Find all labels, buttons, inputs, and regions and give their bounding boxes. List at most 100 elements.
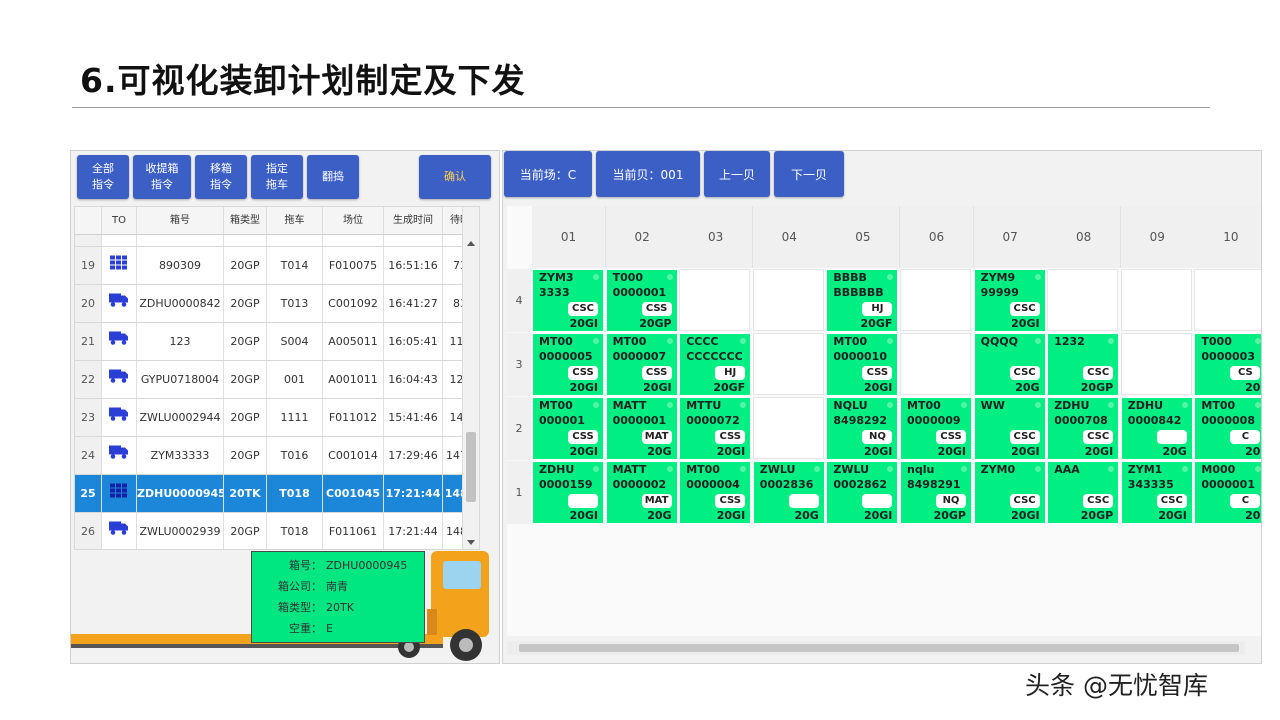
container-slot[interactable]: ZDHU 0000842 20G — [1120, 397, 1193, 460]
bay-scroll-thumb[interactable] — [519, 644, 1239, 652]
container-slot[interactable]: WW CSC 20GI — [973, 397, 1046, 460]
table-row[interactable]: 26 ZWLU0002939 20GP T018 F011061 17:21:44 1483 — [75, 513, 479, 549]
container-id-number: 0000001 — [612, 414, 667, 427]
container-id-prefix: AAA — [1054, 463, 1080, 476]
container-slot[interactable]: 1232 CSC 20GP — [1047, 333, 1120, 396]
container-slot[interactable]: ZYM3 3333 CSC 20GI — [532, 269, 604, 332]
scroll-down-icon[interactable] — [467, 540, 475, 545]
bay-horizontal-scrollbar[interactable] — [507, 641, 1245, 655]
container-company-tag: NQ — [936, 494, 966, 508]
container-id-prefix: nqlu — [907, 463, 935, 476]
container-id-prefix: MT00 — [612, 335, 647, 348]
container-slot[interactable]: BBBB BBBBBB HJ 20GF — [826, 269, 899, 332]
status-dot-icon — [1108, 466, 1115, 472]
status-dot-icon — [1034, 274, 1041, 280]
container-company-tag: CSS — [936, 430, 966, 444]
col-truck[interactable]: 拖车 — [267, 207, 323, 234]
container-slot[interactable]: MATT 0000001 MAT 20G — [605, 397, 678, 460]
container-slot[interactable]: ZWLU 0002836 20G — [752, 461, 825, 524]
row-to — [102, 437, 137, 474]
empty-slot[interactable] — [900, 333, 971, 395]
table-row[interactable]: 19 890309 20GP T014 F010075 16:51:16 73 — [75, 247, 479, 285]
table-row[interactable]: 20 ZDHU0000842 20GP T013 C001092 16:41:27 83 — [75, 285, 479, 323]
container-type: 20 — [1245, 509, 1261, 522]
gate-instructions-button[interactable]: 收提箱 指令 — [133, 155, 191, 199]
empty-slot[interactable] — [752, 333, 824, 395]
container-slot[interactable]: MTTU 0000072 CSS 20GI — [679, 397, 752, 460]
row-to — [102, 399, 137, 436]
empty-slot[interactable] — [752, 269, 824, 331]
empty-slot[interactable] — [752, 397, 824, 459]
container-type: 20G — [1015, 381, 1040, 394]
container-slot[interactable]: MATT 0000002 MAT 20G — [605, 461, 678, 524]
col-box-number[interactable]: 箱号 — [137, 207, 224, 234]
container-slot[interactable]: QQQQ CSC 20G — [973, 333, 1046, 396]
row-truck: T013 — [267, 285, 323, 322]
container-type: 20GI — [1158, 509, 1187, 522]
status-dot-icon — [1034, 402, 1041, 408]
col-box-type[interactable]: 箱类型 — [224, 207, 267, 234]
empty-slot[interactable] — [1120, 333, 1192, 395]
container-slot[interactable]: AAA CSC 20GP — [1047, 461, 1120, 524]
table-row[interactable]: 21 123 20GP S004 A005011 16:05:41 119 — [75, 323, 479, 361]
container-slot[interactable]: NQLU 8498292 NQ 20GI — [826, 397, 899, 460]
row-created-time: 17:21:44 — [384, 475, 443, 512]
col-yard-position[interactable]: 场位 — [323, 207, 384, 234]
scroll-thumb[interactable] — [466, 432, 476, 502]
container-company-tag: HJ — [862, 302, 893, 316]
empty-slot[interactable] — [679, 269, 751, 331]
empty-slot[interactable] — [1120, 269, 1192, 331]
table-row[interactable]: 24 ZYM33333 20GP T016 C001014 17:29:46 1475 — [75, 437, 479, 475]
next-bay-button[interactable]: 下一贝 — [774, 151, 844, 197]
info-load-status-label: 空重： — [289, 622, 322, 635]
confirm-button[interactable]: 确认 — [419, 155, 491, 199]
container-type: 20GF — [860, 317, 893, 330]
container-slot[interactable]: MT00 000001 CSS 20GI — [532, 397, 604, 460]
container-slot[interactable]: ZWLU 0002862 20GI — [826, 461, 899, 524]
container-company-tag: CSS — [568, 366, 598, 380]
prev-bay-button[interactable]: 上一贝 — [704, 151, 770, 197]
all-instructions-button[interactable]: 全部 指令 — [77, 155, 129, 199]
container-slot[interactable]: CCCC CCCCCCC HJ 20GF — [679, 333, 752, 396]
container-slot[interactable]: M000 0000001 C 20 — [1194, 461, 1261, 524]
container-company-tag: CSS — [568, 430, 598, 444]
empty-slot[interactable] — [1047, 269, 1119, 331]
container-slot[interactable]: nqlu 8498291 NQ 20GP — [900, 461, 972, 524]
col-created-time[interactable]: 生成时间 — [384, 207, 443, 234]
container-slot[interactable]: MT00 0000004 CSS 20GI — [679, 461, 752, 524]
row-index: 22 — [75, 361, 102, 398]
empty-slot[interactable] — [1194, 269, 1261, 331]
container-slot[interactable]: MT00 0000009 CSS 20GI — [900, 397, 972, 460]
container-company-tag: CSC — [1083, 430, 1114, 444]
container-slot[interactable]: T000 0000003 CS 20 — [1194, 333, 1261, 396]
container-slot[interactable]: ZYM1 343335 CSC 20GI — [1120, 461, 1193, 524]
assign-truck-button[interactable]: 指定 拖车 — [251, 155, 303, 199]
container-type: 20GI — [569, 445, 598, 458]
table-scrollbar[interactable] — [462, 207, 479, 549]
container-slot[interactable]: MT00 0000005 CSS 20GI — [532, 333, 604, 396]
container-id-number: 3333 — [539, 286, 570, 299]
container-slot[interactable]: ZYM0 CSC 20GI — [973, 461, 1046, 524]
container-company-tag: CSC — [1156, 494, 1187, 508]
row-to — [102, 475, 137, 512]
table-row[interactable]: 25 ZDHU0000945 20TK T018 C001045 17:21:44 1483 — [75, 475, 479, 513]
container-slot[interactable]: ZYM9 99999 CSC 20GI — [973, 269, 1046, 332]
table-row[interactable]: 22 GYPU0718004 20GP 001 A001011 16:04:43 120 — [75, 361, 479, 399]
container-id-number: 8498291 — [907, 478, 961, 491]
container-slot[interactable]: MT00 0000010 CSS 20GI — [826, 333, 899, 396]
reshuffle-button[interactable]: 翻捣 — [307, 155, 359, 199]
current-bay-button[interactable]: 当前贝：001 — [596, 151, 700, 197]
container-slot[interactable]: MT00 0000007 CSS 20GI — [605, 333, 678, 396]
table-row[interactable]: 1889041820GPT017C00104516:57:4667 — [75, 235, 479, 247]
container-slot[interactable]: T000 0000001 CSS 20GP — [605, 269, 678, 332]
container-slot[interactable]: ZDHU 0000159 20GI — [532, 461, 604, 524]
scroll-up-icon[interactable] — [467, 241, 475, 246]
container-slot[interactable]: MT00 0000008 C 20 — [1194, 397, 1261, 460]
current-yard-button[interactable]: 当前场：C — [504, 151, 592, 197]
container-id-number: 0000072 — [686, 414, 740, 427]
move-instructions-button[interactable]: 移箱 指令 — [195, 155, 247, 199]
empty-slot[interactable] — [900, 269, 971, 331]
table-row[interactable]: 23 ZWLU0002944 20GP 1111 F011012 15:41:46 143 — [75, 399, 479, 437]
container-slot[interactable]: ZDHU 0000708 CSC 20GI — [1047, 397, 1120, 460]
col-to[interactable]: TO — [102, 207, 137, 234]
